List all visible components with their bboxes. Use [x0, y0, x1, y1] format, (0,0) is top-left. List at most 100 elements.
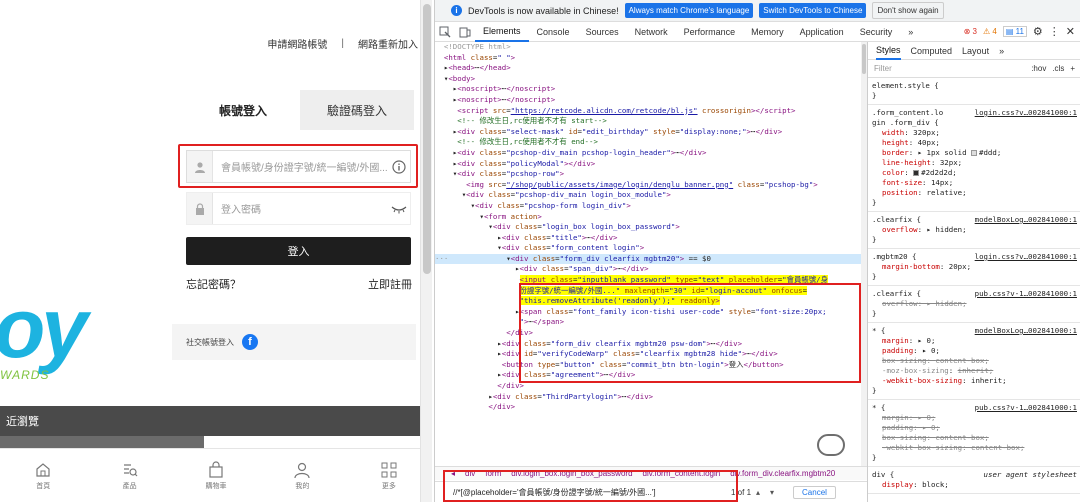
dom-line[interactable]: ▸<head>⋯</head> [435, 63, 867, 74]
nav-cart[interactable]: 購物車 [173, 449, 259, 502]
search-cancel-button[interactable]: Cancel [793, 485, 836, 499]
apply-account-link[interactable]: 申請網路帳號 [267, 36, 327, 51]
dom-line[interactable]: ▸<div class="select-mask" id="edit_birth… [435, 127, 867, 138]
channel-watermark [817, 434, 845, 456]
password-input[interactable]: 登入密碼 [186, 192, 411, 225]
dom-line[interactable]: ▾<div class="login_box login_box_passwor… [435, 222, 867, 233]
dom-line[interactable]: ▾<div class="pcshop-form login_div"> [435, 201, 867, 212]
tab-console[interactable]: Console [529, 22, 578, 42]
dom-line[interactable]: ▾<div class="pcshop-row"> [435, 169, 867, 180]
forgot-password-link[interactable]: 忘記密碼？ [186, 276, 241, 292]
tab-security[interactable]: Security [852, 22, 901, 42]
tab-performance[interactable]: Performance [676, 22, 744, 42]
selected-node-highlight [519, 283, 861, 383]
settings-gear-icon[interactable]: ⚙ [1033, 25, 1043, 38]
dom-line[interactable]: <!-- 修改生日,rc使用者不才有 start--> [435, 116, 867, 127]
nav-home[interactable]: 首頁 [0, 449, 86, 502]
dom-line[interactable]: <script src="https://retcode.alicdn.com/… [435, 106, 867, 117]
dom-scrollbar-thumb[interactable] [862, 44, 866, 74]
close-devtools-icon[interactable]: ✕ [1066, 25, 1075, 38]
tab-sources[interactable]: Sources [578, 22, 627, 42]
kebab-menu-icon[interactable]: ⋮ [1049, 25, 1060, 38]
tab-layout[interactable]: Layout [962, 46, 989, 56]
top-links: 申請網路帳號 | 網路重新加入 [267, 36, 418, 51]
dom-line[interactable]: <html class=" "> [435, 53, 867, 64]
search-next-icon[interactable]: ▾ [765, 488, 779, 497]
css-rule[interactable]: * {pub.css?v-1…002841000:1 margin: ▸ 0; … [868, 400, 1080, 467]
dom-tree[interactable]: <!DOCTYPE html> <html class=" "> ▸<head>… [435, 42, 867, 466]
dom-line[interactable]: ▸<div class="policyModal"></div> [435, 159, 867, 170]
tab-network[interactable]: Network [627, 22, 676, 42]
dom-line[interactable]: <!DOCTYPE html> [435, 42, 867, 53]
match-language-button[interactable]: Always match Chrome's language [624, 3, 754, 18]
dom-line[interactable]: ▾<form action> [435, 212, 867, 223]
tab-computed[interactable]: Computed [911, 46, 953, 56]
nav-profile-label: 我的 [295, 482, 310, 490]
nav-profile[interactable]: 我的 [259, 449, 345, 502]
tab-styles[interactable]: Styles [876, 42, 901, 60]
tab-application[interactable]: Application [792, 22, 852, 42]
rejoin-link[interactable]: 網路重新加入 [358, 36, 418, 51]
notice-text: DevTools is now available in Chinese! [468, 5, 619, 16]
nav-home-label: 首頁 [36, 482, 51, 490]
facebook-icon[interactable]: f [242, 334, 258, 350]
recently-viewed-strip [0, 436, 204, 448]
more-style-tabs[interactable]: » [999, 46, 1004, 56]
cart-icon [209, 460, 223, 478]
dom-line[interactable]: ▸<div class="span_div">⋯</div> [435, 264, 867, 275]
styles-filter: Filter :hov .cls + [868, 60, 1080, 78]
class-toggle[interactable]: .cls [1052, 64, 1064, 74]
dont-show-again-button[interactable]: Don't show again [872, 2, 944, 19]
warning-count[interactable]: ⚠ 4 [983, 27, 997, 36]
inspect-element-icon[interactable] [435, 26, 455, 38]
css-rule[interactable]: * {modelBoxLog…002841000:1 margin: ▸ 0; … [868, 323, 1080, 400]
dom-line[interactable]: ▸<div class="title">⋯</div> [435, 233, 867, 244]
tab-elements[interactable]: Elements [475, 22, 529, 42]
page-scrollbar[interactable] [420, 0, 432, 502]
css-rule[interactable]: .mgbtm20 {login.css?v…002841000:1 margin… [868, 249, 1080, 286]
tab-account-login[interactable]: 帳號登入 [186, 90, 300, 130]
info-icon: i [451, 5, 462, 16]
dom-line[interactable]: ▸<div class="pcshop-div_main pcshop-logi… [435, 148, 867, 159]
nav-products[interactable]: 產品 [86, 449, 172, 502]
product-search-icon [123, 463, 138, 476]
device-toolbar-icon[interactable] [455, 26, 475, 38]
dom-line[interactable]: ▾<div class="form_content login"> [435, 243, 867, 254]
message-count[interactable]: ▤ 11 [1002, 26, 1027, 37]
dom-line[interactable]: ▾<div class="pcshop-div_main login_box_m… [435, 190, 867, 201]
css-rule[interactable]: .form_content.lo login.css?v…002841000:1 … [868, 105, 1080, 212]
tab-memory[interactable]: Memory [743, 22, 792, 42]
switch-chinese-button[interactable]: Switch DevTools to Chinese [759, 3, 867, 18]
register-link[interactable]: 立即註冊 [368, 276, 412, 292]
css-rule[interactable]: .clearfix {pub.css?v-1…002841000:1 overf… [868, 286, 1080, 323]
search-prev-icon[interactable]: ▴ [751, 488, 765, 497]
toolbar-status: ⊗ 3 ⚠ 4 ▤ 11 ⚙ ⋮ ✕ [964, 25, 1080, 38]
login-button[interactable]: 登入 [186, 237, 411, 265]
error-count-value: 3 [972, 27, 977, 36]
new-rule-icon[interactable]: + [1070, 64, 1075, 74]
dom-line[interactable]: ▸<noscript>⋯</noscript> [435, 95, 867, 106]
search-input-highlight [443, 470, 738, 502]
css-rule[interactable]: .clearfix {modelBoxLog…002841000:1 overf… [868, 212, 1080, 249]
recently-viewed-label: 近瀏覽 [6, 416, 39, 428]
dom-line[interactable]: ▸<noscript>⋯</noscript> [435, 84, 867, 95]
dom-line[interactable]: <img src="/shop/public/assets/image/logi… [435, 180, 867, 191]
hover-state-toggle[interactable]: :hov [1031, 64, 1046, 74]
dom-line[interactable]: <!-- 修改生日,rc使用者不才有 end--> [435, 137, 867, 148]
home-icon [36, 462, 50, 477]
more-grid-icon [381, 462, 397, 477]
dom-line[interactable]: </div> [435, 402, 867, 413]
more-tabs-button[interactable]: » [900, 22, 921, 42]
css-rule[interactable]: div {user agent stylesheet display: bloc… [868, 467, 1080, 494]
styles-filter-input[interactable]: Filter [874, 64, 892, 74]
css-rule[interactable]: element.style {} [868, 78, 1080, 105]
breadcrumb-item-current[interactable]: div.form_div.clearfix.mgbtm20 [730, 469, 835, 478]
dom-line[interactable]: ▾<body> [435, 74, 867, 85]
page-scrollbar-thumb[interactable] [423, 4, 431, 274]
dom-line[interactable]: ▸<div class="ThirdPartylogin">⋯</div> [435, 392, 867, 403]
recently-viewed-bar[interactable]: 近瀏覽 [0, 406, 432, 436]
hide-password-icon[interactable] [388, 204, 410, 214]
error-count[interactable]: ⊗ 3 [964, 27, 977, 36]
dom-line-selected[interactable]: ··· ▾<div class="form_div clearfix mgbtm… [435, 253, 867, 265]
tab-code-login[interactable]: 驗證碼登入 [300, 90, 414, 130]
